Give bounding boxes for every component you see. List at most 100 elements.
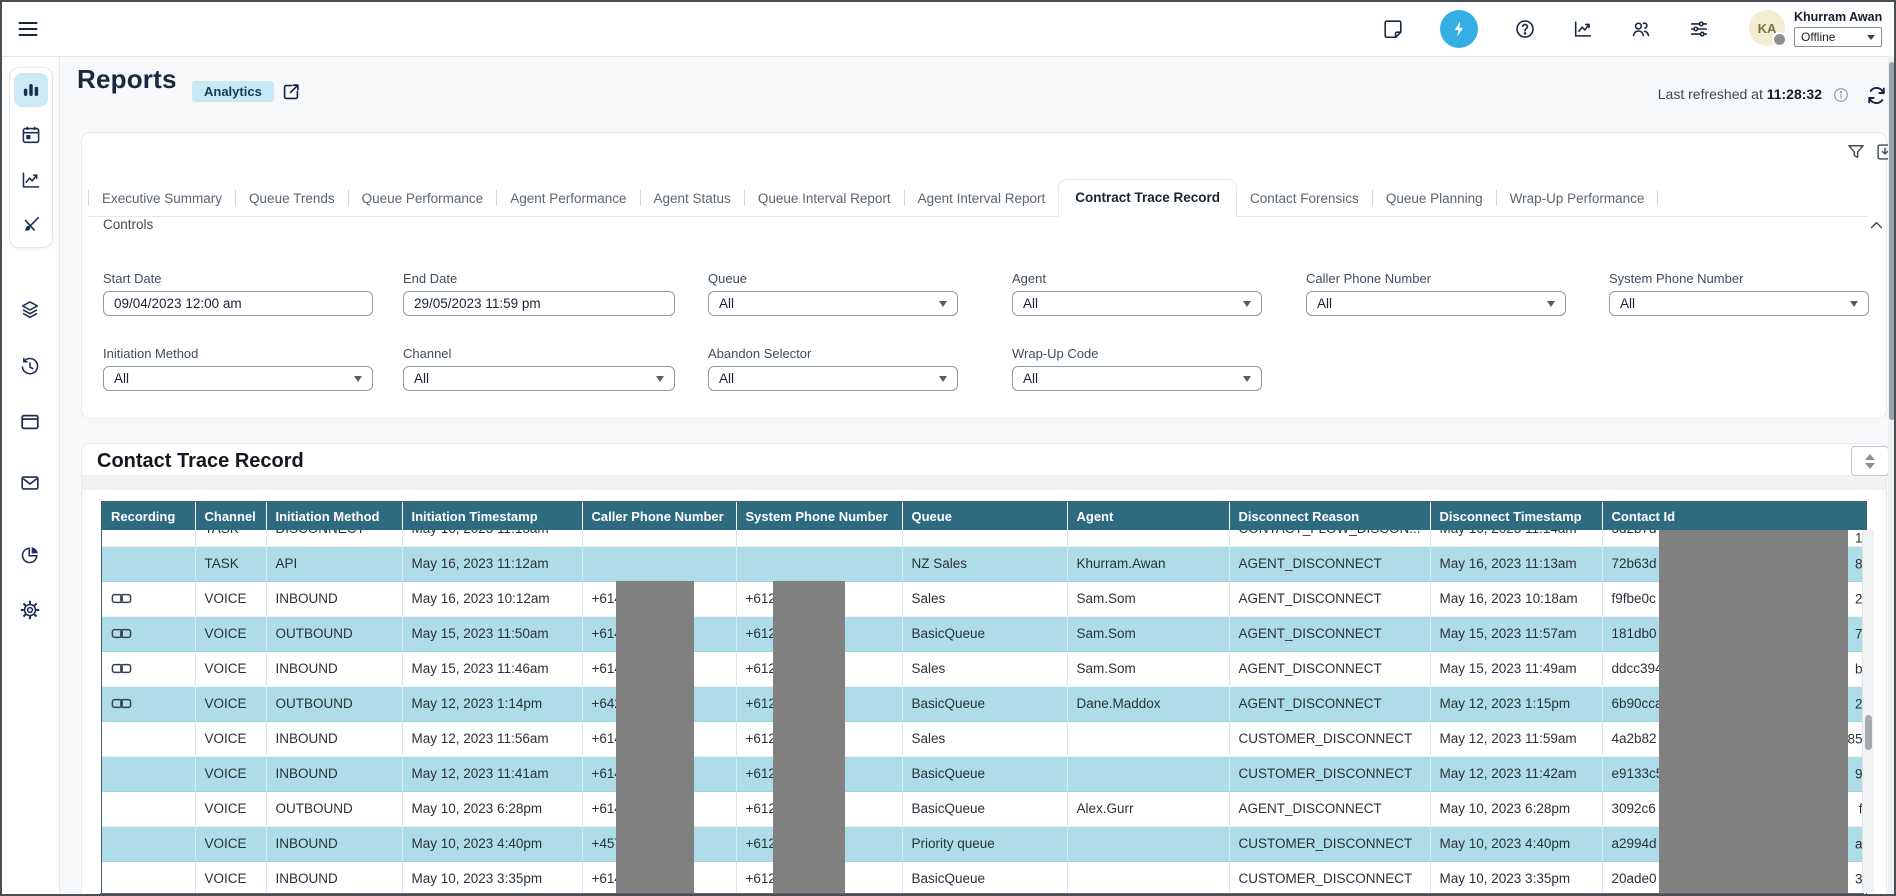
- sidebar-item-history[interactable]: [13, 350, 47, 384]
- cell-agent: Sam.Som: [1067, 651, 1229, 686]
- field-value: All: [719, 371, 734, 386]
- column-header-agent[interactable]: Agent: [1067, 502, 1229, 530]
- initiation-method-select[interactable]: All: [103, 366, 373, 391]
- metrics-icon[interactable]: [1572, 18, 1594, 40]
- step-up-icon[interactable]: [1865, 454, 1875, 460]
- cell-channel: VOICE: [195, 721, 266, 756]
- field-value: All: [1620, 296, 1635, 311]
- external-link-icon[interactable]: [280, 81, 302, 103]
- cell-disconnect_reason: AGENT_DISCONNECT: [1229, 581, 1430, 616]
- field-wrap-up-code: Wrap-Up CodeAll: [1012, 346, 1262, 391]
- table-row[interactable]: VOICEINBOUNDMay 16, 2023 10:12am+614+612…: [102, 581, 1866, 616]
- contact-id-start: e9133c5: [1612, 766, 1664, 781]
- table-row[interactable]: VOICEOUTBOUNDMay 12, 2023 1:14pm+642+612…: [102, 686, 1866, 721]
- table-row[interactable]: TASKDISCONNECTMay 16, 2023 11:13amCONTAC…: [102, 530, 1866, 546]
- menu-icon[interactable]: [16, 17, 40, 41]
- sidebar-item-workspace[interactable]: [13, 405, 47, 439]
- cell-queue: BasicQueue: [902, 861, 1067, 896]
- sidebar-item-trends[interactable]: [14, 163, 48, 197]
- table-row[interactable]: VOICEINBOUNDMay 12, 2023 11:56am+614+612…: [102, 721, 1866, 756]
- info-icon[interactable]: [1832, 86, 1850, 104]
- agent-select[interactable]: All: [1012, 291, 1262, 316]
- contact-id-start: 3092c6: [1612, 801, 1656, 816]
- recording-link-icon[interactable]: [111, 627, 132, 640]
- table-title: Contact Trace Record: [97, 450, 304, 473]
- chevron-down-icon: [354, 376, 362, 382]
- cell-system: [736, 546, 902, 581]
- table-row[interactable]: VOICEINBOUNDMay 10, 2023 3:35pm+614+612B…: [102, 861, 1866, 896]
- directory-icon[interactable]: [1630, 18, 1652, 40]
- field-label: Initiation Method: [103, 346, 373, 361]
- queue-select[interactable]: All: [708, 291, 958, 316]
- column-header-channel[interactable]: Channel: [195, 502, 266, 530]
- status-select[interactable]: Offline: [1794, 27, 1882, 47]
- cell-recording: [102, 861, 195, 896]
- contact-id-start: a2994d: [1612, 836, 1657, 851]
- page-scrollbar[interactable]: [1888, 56, 1896, 894]
- system-phone-number-select[interactable]: All: [1609, 291, 1869, 316]
- column-header-disconnect-reason[interactable]: Disconnect Reason: [1229, 502, 1430, 530]
- settings-sliders-icon[interactable]: [1688, 18, 1710, 40]
- recording-link-icon[interactable]: [111, 592, 132, 605]
- notes-icon[interactable]: [1382, 18, 1404, 40]
- sidebar-item-reports[interactable]: [14, 73, 48, 107]
- table-row[interactable]: VOICEOUTBOUNDMay 15, 2023 11:50am+614+61…: [102, 616, 1866, 651]
- channel-select[interactable]: All: [403, 366, 675, 391]
- column-header-recording[interactable]: Recording: [102, 502, 195, 530]
- table-row[interactable]: VOICEOUTBOUNDMay 10, 2023 6:28pm+614+612…: [102, 791, 1866, 826]
- column-header-system-phone-number[interactable]: System Phone Number: [736, 502, 902, 530]
- sidebar-item-mail[interactable]: [13, 466, 47, 500]
- cell-channel: VOICE: [195, 756, 266, 791]
- table-row[interactable]: VOICEINBOUNDMay 10, 2023 4:40pm+457+612P…: [102, 826, 1866, 861]
- column-header-caller-phone-number[interactable]: Caller Phone Number: [582, 502, 736, 530]
- chevron-down-icon: [656, 376, 664, 382]
- cell-queue: Priority queue: [902, 826, 1067, 861]
- column-header-disconnect-timestamp[interactable]: Disconnect Timestamp: [1430, 502, 1602, 530]
- column-header-initiation-method[interactable]: Initiation Method: [266, 502, 402, 530]
- contact-id-start: 3d2b7d: [1612, 530, 1657, 536]
- scrollbar-thumb[interactable]: [1889, 62, 1895, 420]
- caller-phone-number-select[interactable]: All: [1306, 291, 1566, 316]
- column-header-queue[interactable]: Queue: [902, 502, 1067, 530]
- cell-recording: [102, 530, 195, 546]
- cell-queue: [902, 530, 1067, 546]
- cell-initiation_timestamp: May 12, 2023 1:14pm: [402, 686, 582, 721]
- cell-agent: Dane.Maddox: [1067, 686, 1229, 721]
- cell-channel: VOICE: [195, 686, 266, 721]
- table-row[interactable]: VOICEINBOUNDMay 15, 2023 11:46am+614+612…: [102, 651, 1866, 686]
- table-stepper[interactable]: [1851, 446, 1889, 476]
- help-icon[interactable]: [1514, 18, 1536, 40]
- recording-link-icon[interactable]: [111, 662, 132, 675]
- field-value: All: [414, 371, 429, 386]
- sidebar-item-schedule[interactable]: [14, 118, 48, 152]
- avatar[interactable]: KA: [1749, 10, 1785, 46]
- field-label: Abandon Selector: [708, 346, 958, 361]
- sidebar-item-designer[interactable]: [14, 208, 48, 242]
- sidebar-item-settings[interactable]: [13, 593, 47, 627]
- end-date-input[interactable]: 29/05/2023 11:59 pm: [403, 291, 675, 316]
- sidebar-item-layers[interactable]: [13, 293, 47, 327]
- refresh-icon[interactable]: [1865, 84, 1888, 107]
- recording-link-icon[interactable]: [111, 697, 132, 710]
- cell-disconnect_timestamp: May 12, 2023 1:15pm: [1430, 686, 1602, 721]
- field-value: All: [114, 371, 129, 386]
- step-down-icon[interactable]: [1865, 463, 1875, 469]
- cell-initiation_timestamp: May 12, 2023 11:56am: [402, 721, 582, 756]
- cell-initiation_method: INBOUND: [266, 756, 402, 791]
- table-card: Contact Trace Record RecordingChannelIni…: [81, 443, 1887, 896]
- table-vertical-scrollbar[interactable]: [1862, 530, 1874, 893]
- abandon-selector-select[interactable]: All: [708, 366, 958, 391]
- sidebar-item-insights[interactable]: [13, 538, 47, 572]
- start-date-input[interactable]: 09/04/2023 12:00 am: [103, 291, 373, 316]
- contact-id-start: 6b90cca: [1612, 696, 1663, 711]
- wrap-up-code-select[interactable]: All: [1012, 366, 1262, 391]
- cell-recording: [102, 581, 195, 616]
- quick-actions-icon[interactable]: [1440, 10, 1478, 48]
- cell-caller: [582, 546, 736, 581]
- table-scroll-area[interactable]: RecordingChannelInitiation MethodInitiat…: [101, 501, 1867, 896]
- column-header-initiation-timestamp[interactable]: Initiation Timestamp: [402, 502, 582, 530]
- table-row[interactable]: TASKAPIMay 16, 2023 11:12amNZ SalesKhurr…: [102, 546, 1866, 581]
- table-row[interactable]: VOICEINBOUNDMay 12, 2023 11:41am+614+612…: [102, 756, 1866, 791]
- scrollbar-thumb[interactable]: [1865, 715, 1872, 750]
- column-header-contact-id[interactable]: Contact Id: [1602, 502, 1866, 530]
